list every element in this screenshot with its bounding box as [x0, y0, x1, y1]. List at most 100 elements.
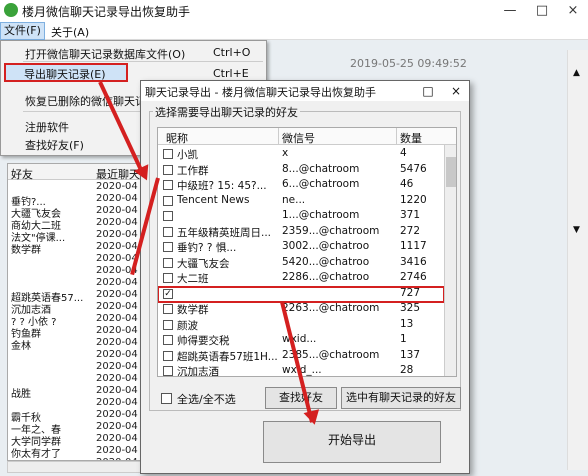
- minimize-icon[interactable]: —: [495, 0, 525, 22]
- row-checkbox[interactable]: [163, 366, 173, 376]
- friend-list[interactable]: 好友 最近聊天 2020-04 垂钓?... 2020-04 大疆飞友会 2020-04…: [7, 163, 147, 461]
- row-checkbox[interactable]: [163, 180, 173, 190]
- header-nickname[interactable]: 昵称: [166, 130, 188, 146]
- friend-grid-row[interactable]: Tencent News ne... 1220: [158, 194, 444, 209]
- friend-grid-row[interactable]: 五年级精英班周日... 2359...@chatroom 272: [158, 225, 444, 240]
- group-label: 选择需要导出聊天记录的好友: [153, 104, 300, 120]
- friend-grid-row[interactable]: ✓ 727: [158, 285, 445, 303]
- header-count[interactable]: 数量: [400, 130, 422, 146]
- menu-register[interactable]: 注册软件: [25, 119, 69, 135]
- friend-grid-row[interactable]: 中级班? 15: 45?... 6...@chatroom 46: [158, 178, 444, 193]
- friend-recent-date: 2020-04: [96, 397, 138, 408]
- chevron-down-icon[interactable]: ▼: [573, 225, 580, 235]
- friend-grid-row[interactable]: 1...@chatroom 371: [158, 209, 444, 224]
- friend-recent-date: 2020-04: [96, 253, 138, 264]
- friend-grid-row[interactable]: 工作群 8...@chatroom 5476: [158, 163, 444, 178]
- menu-export-chat[interactable]: 导出聊天记录(E): [4, 63, 128, 82]
- chevron-up-icon[interactable]: ▲: [573, 68, 580, 78]
- row-checkbox[interactable]: ✓: [163, 288, 173, 299]
- row-checkbox[interactable]: [163, 195, 173, 206]
- friend-list-header: 好友 最近聊天: [8, 164, 146, 182]
- column-divider: [396, 128, 397, 145]
- friend-recent-date: 2020-04: [96, 337, 138, 348]
- friend-recent-date: 2020-04: [96, 277, 138, 288]
- menu-find-friend[interactable]: 查找好友(F): [25, 137, 84, 153]
- menu-open-db[interactable]: 打开微信聊天记录数据库文件(O): [25, 46, 185, 62]
- friend-recent-date: 2020-04: [96, 313, 138, 324]
- start-export-button[interactable]: 开始导出: [263, 421, 441, 463]
- row-nickname: 工作群: [177, 164, 209, 177]
- friend-recent-date: 2020-04: [96, 325, 138, 336]
- friend-recent-date: 2020-04: [96, 361, 138, 372]
- friend-list-hscrollbar[interactable]: [7, 461, 147, 473]
- row-nickname: 大疆飞友会: [177, 257, 230, 270]
- menu-recover-deleted[interactable]: 恢复已删除的微信聊天记: [25, 93, 146, 109]
- friend-grid-row[interactable]: 颜波 13: [158, 318, 444, 333]
- friend-recent-date: 2020-04: [96, 217, 138, 228]
- row-checkbox[interactable]: [163, 319, 173, 330]
- row-count: 137: [400, 348, 421, 361]
- row-checkbox[interactable]: [163, 335, 173, 345]
- row-nickname: 大二班: [177, 273, 209, 285]
- row-count: 13: [400, 317, 414, 330]
- friend-grid-row[interactable]: 大疆飞友会 5420...@chatroo 3416: [158, 256, 444, 271]
- maximize-icon[interactable]: □: [527, 0, 557, 22]
- row-checkbox[interactable]: [163, 257, 173, 268]
- close-icon[interactable]: ×: [558, 0, 588, 22]
- row-wechat-id: 2359...@chatroom: [282, 224, 380, 237]
- friend-grid-row[interactable]: 帅得要交税 wxid... 1: [158, 333, 444, 348]
- menu-export-chat-label: 导出聊天记录(E): [24, 68, 106, 81]
- row-checkbox[interactable]: [163, 164, 173, 175]
- friend-grid[interactable]: 昵称 微信号 数量 小凯 x 4 工作群 8...@chatroom 5476 中级班? 1…: [157, 127, 457, 377]
- row-nickname: 颜波: [177, 319, 198, 332]
- select-all-checkbox[interactable]: [161, 393, 172, 404]
- friend-grid-row[interactable]: 大二班 2286...@chatroo 2746: [158, 271, 444, 286]
- row-wechat-id: 3002...@chatroo: [282, 240, 370, 252]
- row-count: 371: [400, 209, 421, 221]
- row-checkbox[interactable]: [163, 242, 173, 252]
- row-checkbox[interactable]: [163, 273, 173, 283]
- header-friend[interactable]: 好友: [11, 166, 33, 182]
- row-count: 28: [400, 364, 414, 376]
- row-checkbox[interactable]: [163, 149, 173, 159]
- row-count: 1: [400, 333, 407, 345]
- row-nickname: 超跳英语春57班1H...: [177, 350, 277, 363]
- message-timestamp: 2019-05-25 09:49:52: [350, 57, 467, 70]
- row-checkbox[interactable]: [163, 304, 173, 314]
- row-count: 5476: [400, 162, 427, 175]
- friend-recent-date: 2020-04: [96, 301, 138, 312]
- dialog-title-bar: 聊天记录导出 - 楼月微信聊天记录导出恢复助手 □ ×: [141, 81, 469, 101]
- row-nickname: 小凯: [177, 149, 198, 161]
- grid-vscrollbar[interactable]: [444, 145, 456, 376]
- row-checkbox[interactable]: [163, 226, 173, 237]
- friend-grid-row[interactable]: 垂钓? ? 惧... 3002...@chatroo 1117: [158, 240, 444, 255]
- dialog-maximize-icon[interactable]: □: [415, 81, 441, 101]
- start-export-label: 开始导出: [327, 433, 376, 447]
- menu-about[interactable]: 关于(A): [48, 24, 92, 40]
- select-with-history-button[interactable]: 选中有聊天记录的好友: [341, 387, 461, 409]
- header-recent[interactable]: 最近聊天: [96, 166, 140, 182]
- menu-file[interactable]: 文件(F): [0, 22, 45, 40]
- grid-header: 昵称 微信号 数量: [158, 128, 456, 146]
- menu-bar: 文件(F) 关于(A): [0, 22, 588, 40]
- scroll-thumb[interactable]: [446, 157, 456, 187]
- row-checkbox[interactable]: [163, 350, 173, 361]
- row-wechat-id: x: [282, 147, 289, 159]
- row-count: 2746: [400, 271, 427, 283]
- select-all-label: 全选/全不选: [177, 393, 236, 406]
- friend-recent-date: 2020-04: [96, 421, 138, 432]
- friend-grid-row[interactable]: 数学群 2263...@chatroom 325: [158, 302, 444, 317]
- friend-grid-row[interactable]: 超跳英语春57班1H... 2385...@chatroom 137: [158, 349, 444, 364]
- friend-grid-row[interactable]: 小凯 x 4: [158, 147, 444, 162]
- header-wechat-id[interactable]: 微信号: [282, 130, 315, 146]
- main-title-bar: 楼月微信聊天记录导出恢复助手 — □ ×: [0, 0, 588, 22]
- row-nickname: 沉加志酒: [177, 366, 219, 377]
- row-count: 1117: [400, 240, 427, 252]
- right-scroll-panel[interactable]: ▲ ▼: [567, 50, 588, 470]
- dialog-close-icon[interactable]: ×: [443, 81, 469, 101]
- friend-recent-date: 2020-04: [96, 205, 138, 216]
- dialog-title: 聊天记录导出 - 楼月微信聊天记录导出恢复助手: [145, 86, 376, 99]
- row-checkbox[interactable]: [163, 211, 173, 221]
- menu-open-db-shortcut: Ctrl+O: [213, 46, 251, 59]
- row-wechat-id: 2286...@chatroo: [282, 271, 370, 283]
